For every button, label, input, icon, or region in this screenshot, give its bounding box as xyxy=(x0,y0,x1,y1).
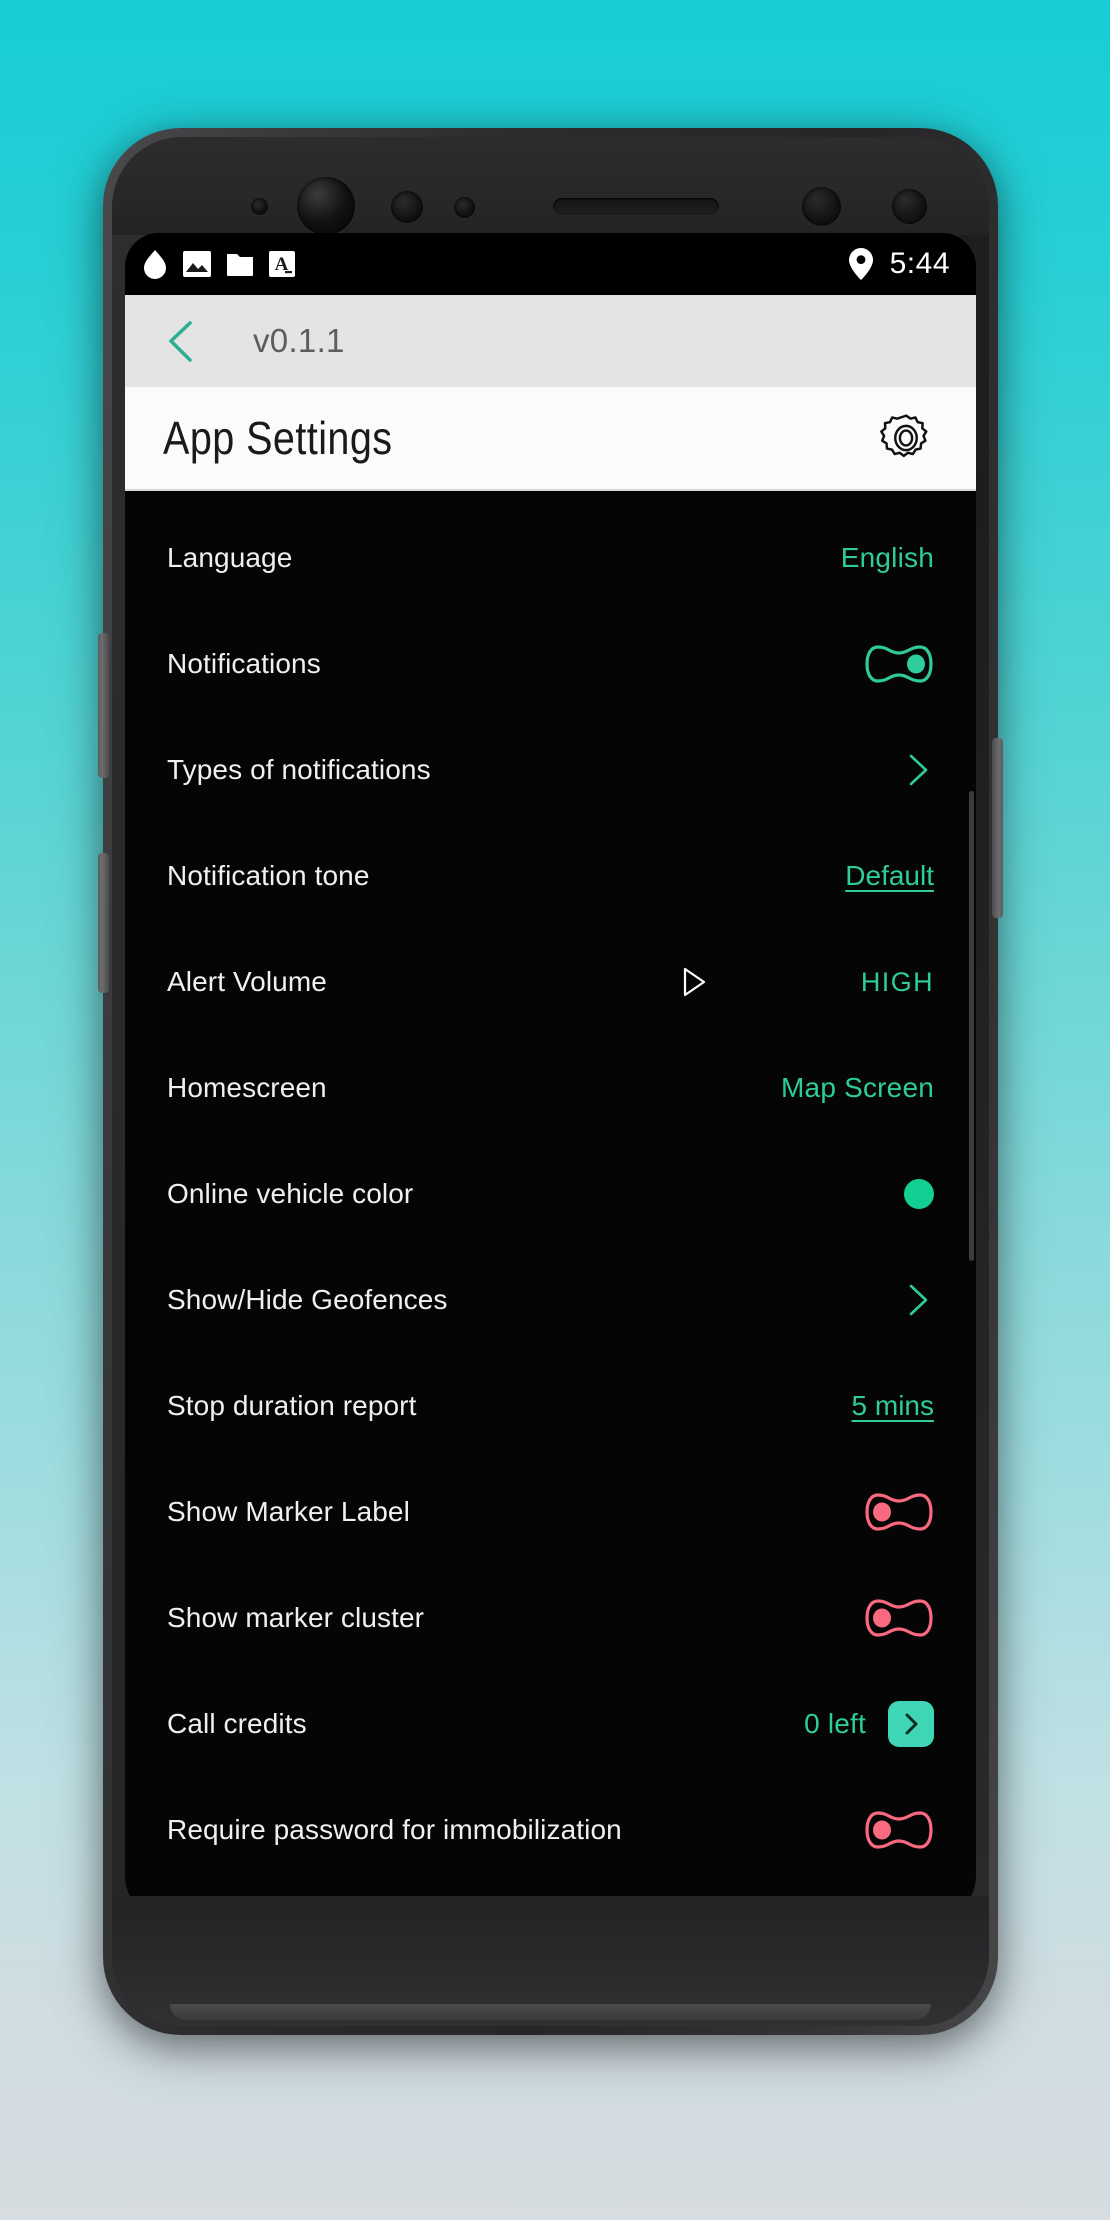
top-bezel xyxy=(112,137,989,235)
back-chevron-icon[interactable] xyxy=(159,318,205,364)
settings-row-online-vehicle-color[interactable]: Online vehicle color xyxy=(125,1141,976,1247)
settings-row-notification-tone[interactable]: Notification tone Default xyxy=(125,823,976,929)
row-value-wrap xyxy=(900,753,934,787)
gear-icon[interactable] xyxy=(878,410,934,466)
secondary-camera-icon xyxy=(892,189,927,224)
row-label: Types of notifications xyxy=(167,754,431,785)
status-bar: A 5:44 xyxy=(125,233,976,295)
row-value-wrap: English xyxy=(841,542,934,574)
device-chin xyxy=(170,2004,931,2020)
show-marker-label-toggle-off[interactable] xyxy=(864,1490,934,1534)
image-icon xyxy=(183,251,211,277)
status-bar-right: 5:44 xyxy=(848,247,950,281)
row-label: Show Marker Label xyxy=(167,1496,410,1527)
settings-row-require-password-immobilization[interactable]: Require password for immobilization xyxy=(125,1777,976,1883)
bottom-bezel xyxy=(112,1896,989,2026)
settings-row-show-marker-label[interactable]: Show Marker Label xyxy=(125,1459,976,1565)
font-a-icon: A xyxy=(269,251,295,277)
row-value-wrap xyxy=(864,1808,934,1852)
location-pin-icon xyxy=(848,248,873,280)
sensor-dot-icon xyxy=(251,198,268,215)
version-app-bar: v0.1.1 xyxy=(125,295,976,387)
settings-row-show-hide-geofences[interactable]: Show/Hide Geofences xyxy=(125,1247,976,1353)
settings-row-language[interactable]: Language English xyxy=(125,505,976,611)
settings-list: Language English Notifications Types of … xyxy=(125,491,976,1923)
row-label: Show/Hide Geofences xyxy=(167,1284,448,1315)
row-value-wrap xyxy=(864,1490,934,1534)
row-value-wrap: Default xyxy=(845,860,934,892)
page-title: App Settings xyxy=(163,412,393,464)
list-scrollbar[interactable] xyxy=(969,791,974,1261)
status-bar-clock: 5:44 xyxy=(889,247,950,280)
notifications-toggle-on[interactable] xyxy=(864,642,934,686)
settings-row-alert-volume[interactable]: Alert Volume HIGH xyxy=(125,929,976,1035)
row-label: Call credits xyxy=(167,1708,307,1739)
settings-row-notifications[interactable]: Notifications xyxy=(125,611,976,717)
app-version-label: v0.1.1 xyxy=(253,322,345,359)
page-header: App Settings xyxy=(125,387,976,491)
show-marker-cluster-toggle-off[interactable] xyxy=(864,1596,934,1640)
settings-row-show-marker-cluster[interactable]: Show marker cluster xyxy=(125,1565,976,1671)
row-label: Online vehicle color xyxy=(167,1178,414,1209)
settings-row-stop-duration-report[interactable]: Stop duration report 5 mins xyxy=(125,1353,976,1459)
row-value[interactable]: Default xyxy=(845,860,934,892)
row-value-wrap: 5 mins xyxy=(852,1390,934,1422)
row-label: Require password for immobilization xyxy=(167,1814,622,1845)
earpiece-speaker xyxy=(553,198,719,215)
settings-row-types-of-notifications[interactable]: Types of notifications xyxy=(125,717,976,823)
row-value-wrap: 0 left xyxy=(804,1701,934,1747)
row-label: Language xyxy=(167,542,293,573)
row-value[interactable]: 5 mins xyxy=(852,1390,934,1422)
row-value: English xyxy=(840,542,934,573)
play-preview-icon[interactable] xyxy=(679,966,709,998)
chevron-right-icon xyxy=(905,1713,918,1735)
row-value: 0 left xyxy=(804,1708,866,1739)
row-value: HIGH xyxy=(860,966,934,997)
phone-device: A 5:44 v0.1.1 App Settings Language Engl… xyxy=(98,128,1003,2035)
iris-scanner-icon xyxy=(802,187,841,226)
droplet-icon xyxy=(144,250,166,279)
vehicle-color-swatch[interactable] xyxy=(904,1179,934,1209)
row-label: Notifications xyxy=(167,648,321,679)
row-value-wrap: HIGH xyxy=(679,966,934,998)
status-bar-left-icons: A xyxy=(141,249,296,279)
row-label: Show marker cluster xyxy=(167,1602,425,1633)
row-value-wrap xyxy=(900,1283,934,1317)
light-sensor-icon xyxy=(454,197,475,218)
row-value-wrap xyxy=(864,1596,934,1640)
row-value-wrap xyxy=(864,642,934,686)
front-camera-icon xyxy=(297,177,355,235)
buy-call-credits-button[interactable] xyxy=(888,1701,934,1747)
chevron-right-icon[interactable] xyxy=(900,753,934,787)
row-label: Stop duration report xyxy=(167,1390,417,1421)
power-button[interactable] xyxy=(992,738,1003,918)
proximity-sensor-icon xyxy=(391,191,423,223)
phone-screen: A 5:44 v0.1.1 App Settings Language Engl… xyxy=(125,233,976,1923)
settings-row-call-credits[interactable]: Call credits 0 left xyxy=(125,1671,976,1777)
volume-up-button[interactable] xyxy=(98,633,109,778)
row-label: Notification tone xyxy=(167,860,370,891)
row-label: Alert Volume xyxy=(167,966,327,997)
require-password-toggle-off[interactable] xyxy=(864,1808,934,1852)
folder-icon xyxy=(227,254,253,276)
volume-down-button[interactable] xyxy=(98,853,109,993)
row-value-wrap xyxy=(904,1179,934,1209)
chevron-right-icon[interactable] xyxy=(900,1283,934,1317)
settings-row-homescreen[interactable]: Homescreen Map Screen xyxy=(125,1035,976,1141)
row-value-wrap: Map Screen xyxy=(781,1072,934,1104)
row-value: Map Screen xyxy=(781,1072,934,1103)
row-label: Homescreen xyxy=(167,1072,327,1103)
